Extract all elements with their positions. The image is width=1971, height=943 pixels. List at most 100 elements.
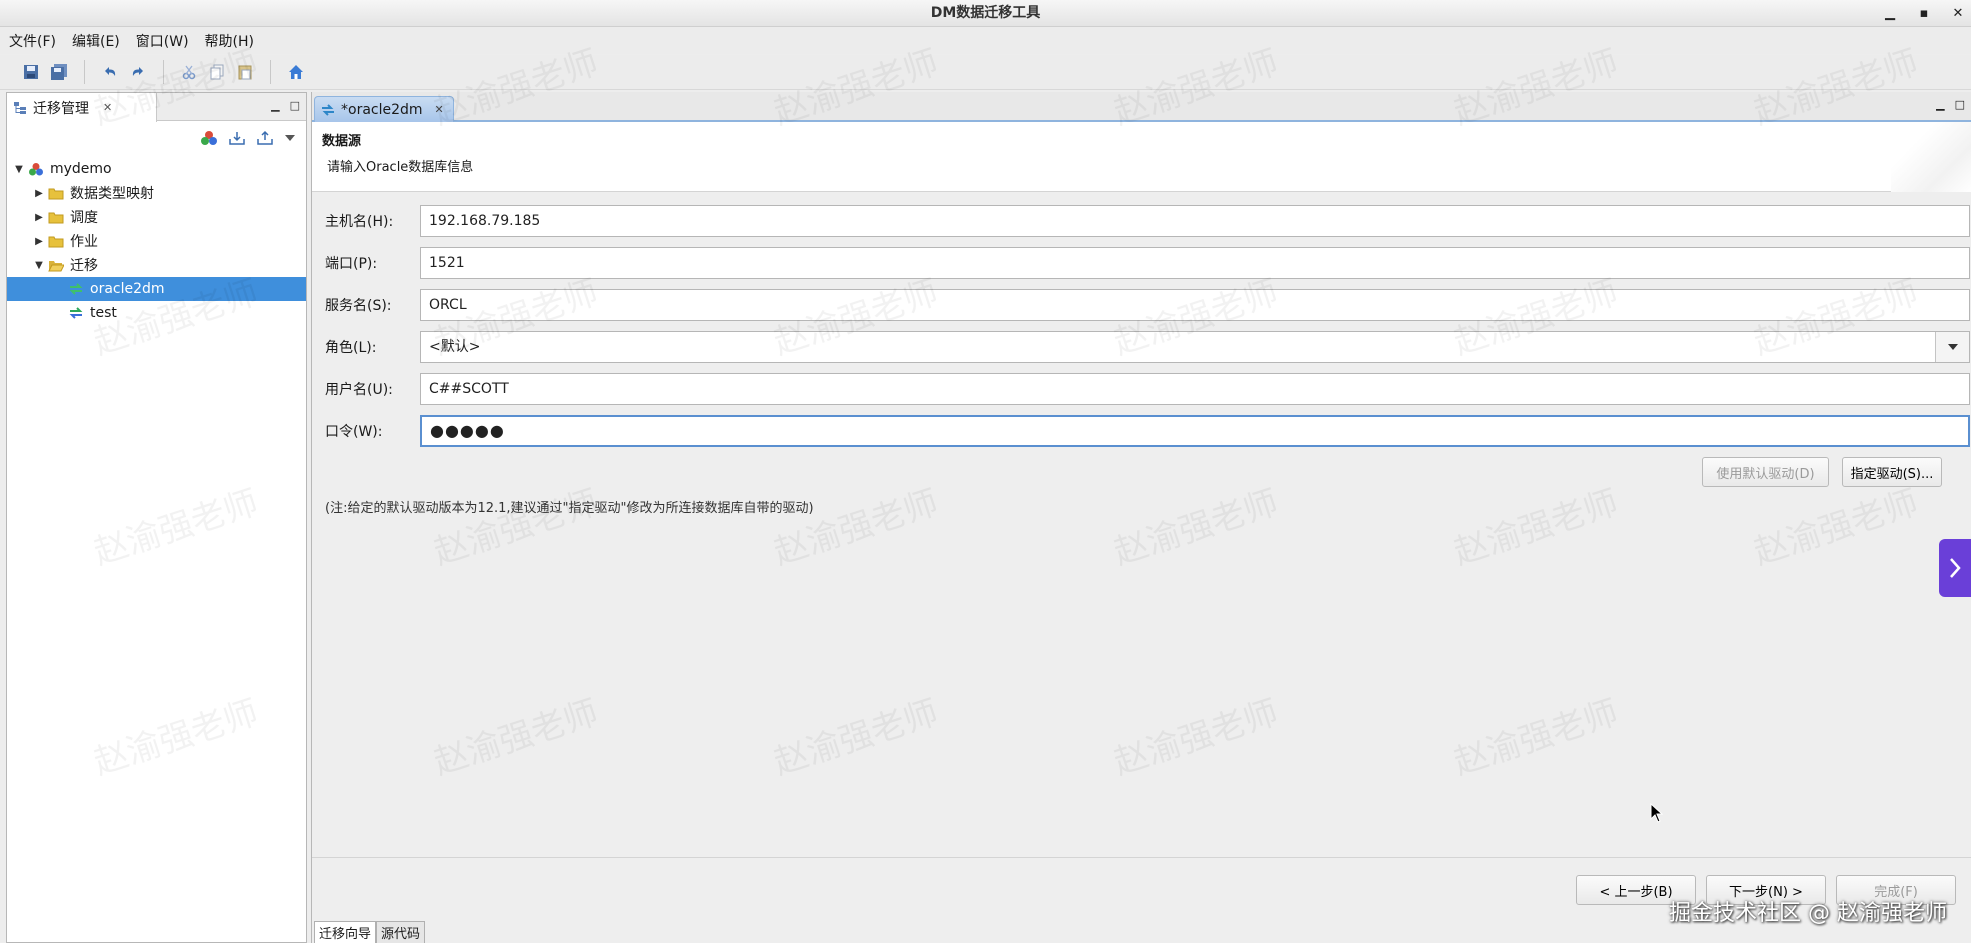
tab-migration-manager[interactable]: 迁移管理 ✕: [7, 93, 157, 122]
toolbar-separator: [163, 60, 164, 84]
collapsed-arrow-icon[interactable]: ▶: [31, 236, 47, 247]
role-row: 角色(L): <默认>: [325, 331, 1970, 363]
view-menu-icon[interactable]: [284, 132, 296, 144]
redo-icon[interactable]: [127, 61, 149, 83]
user-row: 用户名(U):: [325, 373, 1970, 405]
editor-tabbar: *oracle2dm ✕ ▁ □: [312, 92, 1971, 122]
password-label: 口令(W):: [325, 424, 383, 440]
toolbar-separator: [84, 60, 85, 84]
chevron-right-icon: [1950, 558, 1961, 578]
tab-migration-wizard[interactable]: 迁移向导: [314, 921, 377, 943]
copy-icon[interactable]: [206, 61, 228, 83]
minimize-panel-icon[interactable]: ▁: [271, 99, 279, 112]
minimize-icon[interactable]: ▁: [1883, 0, 1897, 27]
maximize-panel-icon[interactable]: □: [290, 99, 300, 112]
tree-item-mydemo[interactable]: ▼ mydemo: [7, 157, 306, 181]
tree-item-schedule[interactable]: ▶ 调度: [7, 205, 306, 229]
mouse-cursor-icon: [1650, 803, 1664, 823]
export-icon[interactable]: [256, 130, 274, 146]
host-label: 主机名(H):: [325, 214, 394, 230]
new-project-icon[interactable]: [200, 130, 218, 146]
toolbar-separator: [270, 60, 271, 84]
close-tab-icon[interactable]: ✕: [103, 101, 112, 114]
section-title: 数据源: [322, 134, 362, 149]
menu-bar: 文件(F) 编辑(E) 窗口(W) 帮助(H): [0, 27, 1971, 54]
bottom-tabs: 迁移向导 源代码: [314, 921, 426, 943]
host-input[interactable]: [420, 205, 1970, 237]
specify-driver-button[interactable]: 指定驱动(S)...: [1842, 457, 1942, 487]
close-icon[interactable]: ✕: [1951, 0, 1965, 27]
window-titlebar: DM数据迁移工具 ▁ ▪ ✕: [0, 0, 1971, 27]
wizard-header: 数据源 请输入Oracle数据库信息: [312, 122, 1971, 192]
menu-edit[interactable]: 编辑(E): [72, 31, 120, 51]
password-input[interactable]: ●●●●●: [420, 415, 1970, 447]
tree-item-oracle2dm[interactable]: oracle2dm: [7, 277, 306, 301]
header-decoration: [1891, 122, 1971, 192]
user-input[interactable]: [420, 373, 1970, 405]
folder-icon: [47, 210, 65, 224]
project-icon: [27, 162, 45, 176]
chevron-down-icon[interactable]: [1935, 332, 1969, 362]
collapsed-arrow-icon[interactable]: ▶: [31, 212, 47, 223]
tab-source-code[interactable]: 源代码: [376, 921, 426, 943]
port-input[interactable]: [420, 247, 1970, 279]
import-icon[interactable]: [228, 130, 246, 146]
expanded-arrow-icon[interactable]: ▼: [31, 260, 47, 271]
tab-oracle2dm-label: *oracle2dm: [341, 101, 423, 118]
role-label: 角色(L):: [325, 340, 377, 356]
migration-icon: [67, 306, 85, 320]
service-label: 服务名(S):: [325, 298, 392, 314]
cut-icon[interactable]: [178, 61, 200, 83]
host-row: 主机名(H):: [325, 205, 1970, 237]
expanded-arrow-icon[interactable]: ▼: [11, 164, 27, 175]
save-icon[interactable]: [20, 61, 42, 83]
tree-item-datatype-mapping[interactable]: ▶ 数据类型映射: [7, 181, 306, 205]
footer-watermark: 掘金技术社区 @ 赵渝强老师: [1669, 901, 1947, 926]
use-default-driver-button[interactable]: 使用默认驱动(D): [1702, 457, 1829, 487]
service-input[interactable]: [420, 289, 1970, 321]
port-label: 端口(P):: [325, 256, 378, 272]
menu-file[interactable]: 文件(F): [9, 31, 56, 51]
panel-tabbar: 迁移管理 ✕ ▁ □: [7, 93, 306, 122]
window-title: DM数据迁移工具: [930, 5, 1041, 21]
port-row: 端口(P):: [325, 247, 1970, 279]
save-all-icon[interactable]: [48, 61, 70, 83]
paste-icon[interactable]: [234, 61, 256, 83]
undo-icon[interactable]: [99, 61, 121, 83]
tree-item-jobs[interactable]: ▶ 作业: [7, 229, 306, 253]
folder-open-icon: [47, 258, 65, 272]
migration-icon: [67, 282, 85, 296]
tree-item-label: 作业: [70, 234, 98, 250]
password-row: 口令(W): ●●●●●: [325, 415, 1970, 447]
migration-tree: ▼ mydemo ▶ 数据类型映射 ▶ 调度 ▶ 作业 ▼ 迁移 oracle2…: [7, 155, 306, 325]
driver-note: (注:给定的默认驱动版本为12.1,建议通过"指定驱动"修改为所连接数据库自带的…: [325, 501, 814, 516]
maximize-icon[interactable]: ▪: [1917, 0, 1931, 27]
close-tab-icon[interactable]: ✕: [435, 103, 444, 116]
window-controls: ▁ ▪ ✕: [1883, 0, 1965, 27]
folder-icon: [47, 234, 65, 248]
role-select[interactable]: <默认>: [420, 331, 1970, 363]
menu-window[interactable]: 窗口(W): [136, 31, 189, 51]
tree-item-label: mydemo: [50, 161, 112, 177]
tree-item-label: test: [90, 305, 117, 321]
folder-icon: [47, 186, 65, 200]
migration-manager-panel: 迁移管理 ✕ ▁ □ ▼ mydemo ▶ 数据类型映射 ▶ 调度 ▶ 作业 ▼…: [6, 92, 307, 943]
maximize-editor-icon[interactable]: □: [1955, 98, 1965, 111]
home-icon[interactable]: [285, 61, 307, 83]
menu-help[interactable]: 帮助(H): [205, 31, 254, 51]
role-select-value: <默认>: [429, 339, 481, 355]
password-mask: ●●●●●: [430, 421, 505, 440]
migration-editor: *oracle2dm ✕ ▁ □ 数据源 请输入Oracle数据库信息 主机名(…: [311, 92, 1971, 943]
tree-item-migration[interactable]: ▼ 迁移: [7, 253, 306, 277]
tree-item-label: 数据类型映射: [70, 186, 154, 202]
tree-item-test[interactable]: test: [7, 301, 306, 325]
migration-icon: [322, 103, 334, 116]
divider: [312, 857, 1971, 858]
collapsed-arrow-icon[interactable]: ▶: [31, 188, 47, 199]
tab-oracle2dm[interactable]: *oracle2dm ✕: [314, 96, 454, 122]
side-expand-button[interactable]: [1939, 539, 1971, 597]
section-description: 请输入Oracle数据库信息: [327, 160, 474, 175]
tree-item-label: oracle2dm: [90, 281, 165, 297]
service-row: 服务名(S):: [325, 289, 1970, 321]
minimize-editor-icon[interactable]: ▁: [1936, 98, 1944, 111]
